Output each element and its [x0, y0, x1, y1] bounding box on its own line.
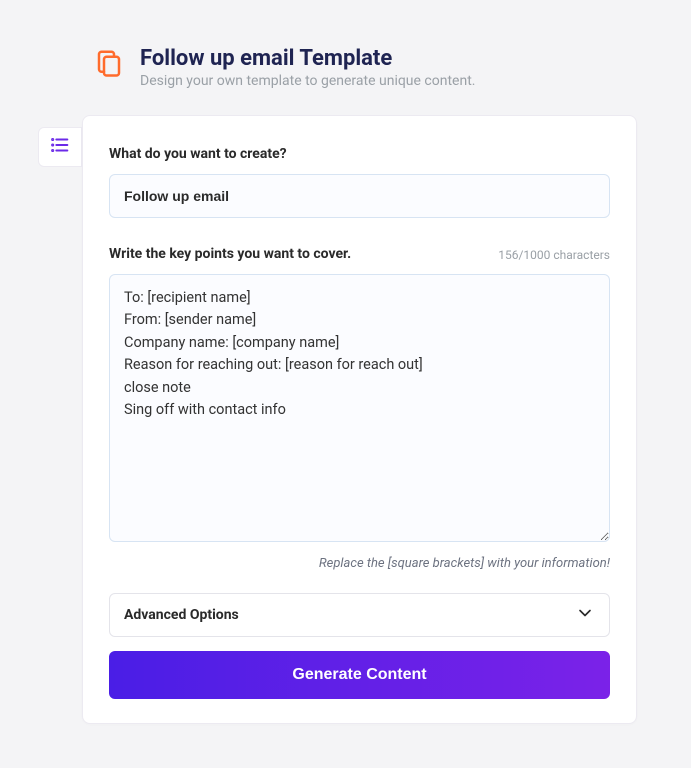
character-count: 156/1000 characters — [498, 248, 610, 262]
side-tab-button[interactable] — [38, 127, 82, 167]
list-icon — [49, 134, 71, 160]
hint-text: Replace the [square brackets] with your … — [109, 556, 610, 571]
advanced-options-label: Advanced Options — [124, 607, 239, 623]
advanced-options-toggle[interactable]: Advanced Options — [109, 593, 610, 637]
page-title: Follow up email Template — [140, 46, 475, 71]
chevron-down-icon — [575, 603, 595, 627]
template-form-card: What do you want to create? Write the ke… — [82, 115, 637, 724]
generate-button[interactable]: Generate Content — [109, 651, 610, 699]
create-field-label: What do you want to create? — [109, 146, 610, 162]
create-input[interactable] — [109, 174, 610, 218]
keypoints-field-label: Write the key points you want to cover. — [109, 246, 351, 262]
keypoints-textarea[interactable] — [109, 274, 610, 542]
copy-icon — [94, 48, 124, 82]
page-subtitle: Design your own template to generate uni… — [140, 73, 475, 89]
